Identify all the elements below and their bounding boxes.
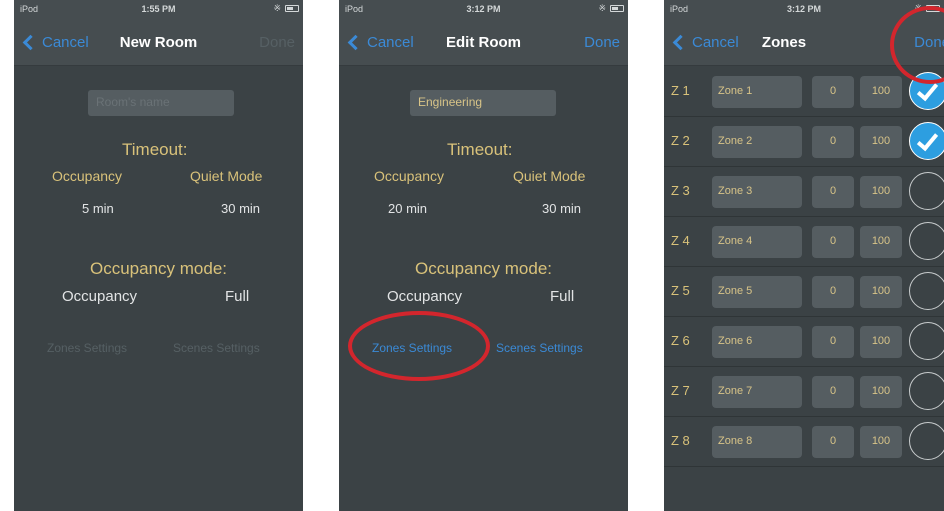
mode-value[interactable]: Full xyxy=(225,288,249,305)
occupancy-label: Occupancy xyxy=(374,168,445,184)
occupancy-mode-heading: Occupancy mode: xyxy=(414,259,552,278)
zone-max-input[interactable]: 100 xyxy=(860,176,902,208)
status-bar: iPod 3:12 PM ※ xyxy=(664,0,944,18)
room-name-input[interactable]: Room's name xyxy=(88,90,234,116)
zone-min-input[interactable]: 0 xyxy=(812,376,854,408)
zone-select-checkbox[interactable] xyxy=(909,272,944,310)
zone-name-input[interactable]: Zone 3 xyxy=(712,176,802,208)
zone-id: Z 3 xyxy=(671,183,690,198)
battery-icon xyxy=(926,5,940,12)
zone-min-input[interactable]: 0 xyxy=(812,276,854,308)
zone-select-checkbox[interactable] xyxy=(909,322,944,360)
zone-max-input[interactable]: 100 xyxy=(860,426,902,458)
zones-settings-button[interactable]: Zones Settings xyxy=(372,341,452,355)
zone-row: Z 3 Zone 3 0 100 xyxy=(664,167,944,217)
zone-row: Z 7 Zone 7 0 100 xyxy=(664,367,944,417)
zones-settings-button[interactable]: Zones Settings xyxy=(47,341,127,355)
nav-bar: Cancel Edit Room Done xyxy=(339,18,628,66)
zone-select-checkbox[interactable] xyxy=(909,122,944,160)
zone-max-input[interactable]: 100 xyxy=(860,76,902,108)
page-title: Zones xyxy=(761,34,807,51)
checkmark-icon xyxy=(916,78,939,102)
quiet-mode-label: Quiet Mode xyxy=(513,168,586,184)
timeout-heading: Timeout: xyxy=(447,140,513,159)
zone-name-input[interactable]: Zone 7 xyxy=(712,376,802,408)
nav-bar: Cancel New Room Done xyxy=(14,18,303,66)
zone-id: Z 8 xyxy=(671,433,690,448)
done-button[interactable]: Done xyxy=(584,34,620,51)
nav-bar: Cancel Zones Done xyxy=(664,18,944,66)
zone-max-input[interactable]: 100 xyxy=(860,226,902,258)
bluetooth-icon: ※ xyxy=(273,3,281,13)
zone-list: Z 1 Zone 1 0 100 Z 2 Zone 2 0 100 Z 3 Zo… xyxy=(664,67,944,467)
zone-id: Z 4 xyxy=(671,233,690,248)
mode-value[interactable]: Full xyxy=(550,288,574,305)
status-time: 3:12 PM xyxy=(466,4,501,14)
zone-id: Z 1 xyxy=(671,83,690,98)
zone-row: Z 2 Zone 2 0 100 xyxy=(664,117,944,167)
quiet-mode-timeout-value[interactable]: 30 min xyxy=(221,201,260,216)
zone-max-input[interactable]: 100 xyxy=(860,326,902,358)
battery-icon xyxy=(285,5,299,12)
status-bar: iPod 3:12 PM ※ xyxy=(339,0,628,18)
zone-select-checkbox[interactable] xyxy=(909,222,944,260)
zone-name-input[interactable]: Zone 8 xyxy=(712,426,802,458)
zone-min-input[interactable]: 0 xyxy=(812,126,854,158)
zone-select-checkbox[interactable] xyxy=(909,422,944,460)
status-time: 1:55 PM xyxy=(141,4,176,14)
mode-label: Occupancy xyxy=(387,288,463,305)
zone-row: Z 4 Zone 4 0 100 xyxy=(664,217,944,267)
edit-room-screen: iPod 3:12 PM ※ Cancel Edit Room Done Eng… xyxy=(339,0,628,511)
zone-row: Z 1 Zone 1 0 100 xyxy=(664,67,944,117)
zone-max-input[interactable]: 100 xyxy=(860,376,902,408)
zone-name-input[interactable]: Zone 2 xyxy=(712,126,802,158)
zone-id: Z 2 xyxy=(671,133,690,148)
zone-select-checkbox[interactable] xyxy=(909,172,944,210)
occupancy-timeout-value[interactable]: 5 min xyxy=(82,201,114,216)
room-name-input[interactable]: Engineering xyxy=(410,90,556,116)
zone-row: Z 6 Zone 6 0 100 xyxy=(664,317,944,367)
new-room-screen: iPod 1:55 PM ※ Cancel New Room Done Room… xyxy=(14,0,303,511)
scenes-settings-button[interactable]: Scenes Settings xyxy=(173,341,260,355)
zone-min-input[interactable]: 0 xyxy=(812,76,854,108)
occupancy-timeout-value[interactable]: 20 min xyxy=(388,201,427,216)
zone-max-input[interactable]: 100 xyxy=(860,126,902,158)
bluetooth-icon: ※ xyxy=(914,3,922,13)
timeout-heading: Timeout: xyxy=(122,140,188,159)
status-bar: iPod 1:55 PM ※ xyxy=(14,0,303,18)
checkmark-icon xyxy=(916,128,939,152)
zone-min-input[interactable]: 0 xyxy=(812,326,854,358)
zone-max-input[interactable]: 100 xyxy=(860,276,902,308)
zone-id: Z 7 xyxy=(671,383,690,398)
zone-name-input[interactable]: Zone 5 xyxy=(712,276,802,308)
done-button[interactable]: Done xyxy=(914,34,944,51)
status-time: 3:12 PM xyxy=(786,4,821,14)
zone-id: Z 5 xyxy=(671,283,690,298)
quiet-mode-timeout-value[interactable]: 30 min xyxy=(542,201,581,216)
quiet-mode-label: Quiet Mode xyxy=(190,168,263,184)
bluetooth-icon: ※ xyxy=(598,3,606,13)
zone-name-input[interactable]: Zone 4 xyxy=(712,226,802,258)
zone-name-input[interactable]: Zone 6 xyxy=(712,326,802,358)
zone-min-input[interactable]: 0 xyxy=(812,426,854,458)
zone-name-input[interactable]: Zone 1 xyxy=(712,76,802,108)
battery-icon xyxy=(610,5,624,12)
mode-label: Occupancy xyxy=(62,288,138,305)
scenes-settings-button[interactable]: Scenes Settings xyxy=(496,341,583,355)
zone-min-input[interactable]: 0 xyxy=(812,176,854,208)
done-button[interactable]: Done xyxy=(259,34,295,51)
zone-row: Z 5 Zone 5 0 100 xyxy=(664,267,944,317)
zones-screen: iPod 3:12 PM ※ Cancel Zones Done Z 1 Zon… xyxy=(664,0,944,511)
zone-id: Z 6 xyxy=(671,333,690,348)
zone-select-checkbox[interactable] xyxy=(909,372,944,410)
zone-row: Z 8 Zone 8 0 100 xyxy=(664,417,944,467)
occupancy-label: Occupancy xyxy=(52,168,123,184)
occupancy-mode-heading: Occupancy mode: xyxy=(89,259,227,278)
zone-select-checkbox[interactable] xyxy=(909,72,944,110)
zone-min-input[interactable]: 0 xyxy=(812,226,854,258)
